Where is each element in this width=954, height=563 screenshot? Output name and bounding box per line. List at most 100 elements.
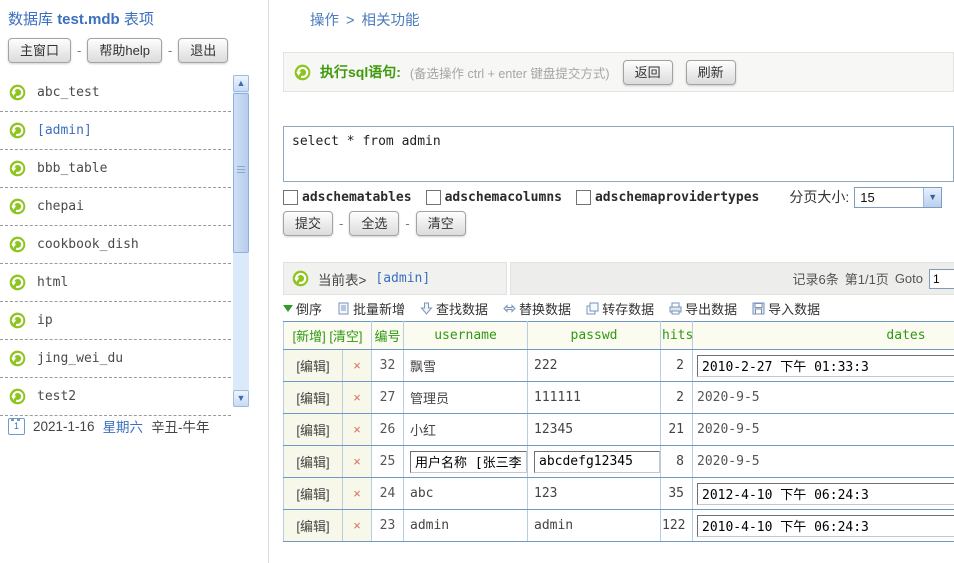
table-icon: [9, 312, 26, 329]
breadcrumb: 操作>相关功能: [310, 9, 419, 30]
sidebar-item-jing_wei_du[interactable]: jing_wei_du: [0, 340, 231, 378]
passwd-input[interactable]: [534, 451, 660, 473]
column-header-username: username: [404, 322, 528, 350]
column-header-dates: dates: [693, 322, 954, 350]
goto-page-input[interactable]: [929, 269, 954, 289]
sidebar-item-chepai[interactable]: chepai: [0, 188, 231, 226]
replace-icon: [503, 302, 516, 315]
current-table-name[interactable]: [admin]: [375, 271, 430, 286]
edit-link[interactable]: [编辑]: [284, 350, 343, 382]
sql-input[interactable]: select * from admin: [283, 126, 954, 182]
export-icon: [669, 302, 682, 315]
cell-dates: 2020-9-5: [693, 446, 954, 478]
sidebar: 数据库 test.mdb 表项 主窗口-帮助help-退出 abc_test […: [0, 0, 268, 563]
thumb-grip: [237, 166, 245, 167]
edit-link[interactable]: [编辑]: [284, 382, 343, 414]
replace-data-action[interactable]: 替换数据: [503, 299, 571, 318]
cell-dates: 2020-9-5: [693, 414, 954, 446]
import-icon: [752, 302, 765, 315]
breadcrumb-functions[interactable]: 相关功能: [361, 13, 419, 29]
cell-username: 小红: [404, 414, 528, 446]
adschemaprovidertypes-checkbox[interactable]: [576, 190, 591, 205]
refresh-button[interactable]: 刷新: [686, 60, 736, 85]
sidebar-item-ip[interactable]: ip: [0, 302, 231, 340]
date-input[interactable]: [697, 515, 954, 537]
export-data-action[interactable]: 导出数据: [669, 299, 737, 318]
delete-icon[interactable]: ×: [343, 478, 372, 510]
sidebar-item-admin[interactable]: [admin]: [0, 112, 231, 150]
cell-id: 26: [372, 414, 404, 446]
username-input[interactable]: [410, 451, 527, 473]
cell-username: abc: [404, 478, 528, 510]
cell-dates: [693, 350, 954, 382]
delete-icon[interactable]: ×: [343, 510, 372, 542]
table-name: [admin]: [37, 123, 92, 138]
sidebar-item-bbb_table[interactable]: bbb_table: [0, 150, 231, 188]
scroll-up-icon[interactable]: ▲: [233, 75, 249, 92]
column-header-id: 编号: [372, 322, 404, 350]
batch-add-action[interactable]: 批量新增: [337, 299, 405, 318]
table-row-editing: [编辑] × 25 8 2020-9-5: [284, 446, 954, 478]
column-header-passwd: passwd: [528, 322, 661, 350]
submit-button[interactable]: 提交: [283, 211, 333, 236]
scrollbar-thumb[interactable]: [233, 93, 249, 253]
delete-icon[interactable]: ×: [343, 382, 372, 414]
edit-link[interactable]: [编辑]: [284, 446, 343, 478]
clear-button[interactable]: 清空: [416, 211, 466, 236]
db-name: test.mdb: [57, 11, 120, 28]
edit-link[interactable]: [编辑]: [284, 414, 343, 446]
help-button[interactable]: 帮助help: [87, 38, 162, 63]
adschemaprovidertypes-label: adschemaprovidertypes: [595, 190, 759, 205]
import-data-action[interactable]: 导入数据: [752, 299, 820, 318]
current-table-label: 当前表>: [318, 269, 366, 289]
dump-data-action[interactable]: 转存数据: [586, 299, 654, 318]
table-header-row: [新增] [清空] 编号 username passwd hits dates: [284, 322, 954, 350]
cell-passwd: 123: [528, 478, 661, 510]
toolbar-label: 转存数据: [602, 299, 654, 318]
cell-passwd: admin: [528, 510, 661, 542]
adschemacolumns-checkbox[interactable]: [426, 190, 441, 205]
back-button[interactable]: 返回: [623, 60, 673, 85]
table-row: [编辑] × 27 管理员 111111 2 2020-9-5: [284, 382, 954, 414]
sort-desc-action[interactable]: 倒序: [283, 299, 322, 318]
page-size-value: 15: [855, 190, 923, 205]
date-input[interactable]: [697, 355, 954, 377]
goto-label: Goto: [895, 271, 923, 286]
current-table-bar: 当前表> [admin] 记录6条 第1/1页 Goto: [269, 262, 954, 295]
find-icon: [420, 302, 433, 315]
table-name: test2: [37, 389, 76, 404]
edit-link[interactable]: [编辑]: [284, 478, 343, 510]
cell-dates: [693, 478, 954, 510]
add-record-link[interactable]: [新增]: [292, 329, 325, 344]
table-row: [编辑] × 24 abc 123 35: [284, 478, 954, 510]
cell-passwd: 111111: [528, 382, 661, 414]
clear-records-link[interactable]: [清空]: [329, 329, 362, 344]
sql-hint: (备选操作 ctrl + enter 键盘提交方式): [410, 63, 610, 82]
toolbar-label: 批量新增: [353, 299, 405, 318]
date-line: 2021-1-16 星期六 辛丑-牛年: [8, 416, 210, 436]
dump-icon: [586, 302, 599, 315]
exit-button[interactable]: 退出: [178, 38, 228, 63]
scroll-down-icon[interactable]: ▼: [233, 390, 249, 407]
page-size-select[interactable]: 15 ▼: [854, 187, 942, 208]
select-all-button[interactable]: 全选: [349, 211, 399, 236]
table-icon: [9, 160, 26, 177]
delete-icon[interactable]: ×: [343, 350, 372, 382]
edit-link[interactable]: [编辑]: [284, 510, 343, 542]
delete-icon[interactable]: ×: [343, 414, 372, 446]
date-input[interactable]: [697, 483, 954, 505]
sidebar-item-cookbook_dish[interactable]: cookbook_dish: [0, 226, 231, 264]
sidebar-buttons: 主窗口-帮助help-退出: [8, 38, 228, 63]
sidebar-item-html[interactable]: html: [0, 264, 231, 302]
find-data-action[interactable]: 查找数据: [420, 299, 488, 318]
cell-id: 27: [372, 382, 404, 414]
breadcrumb-operate[interactable]: 操作: [310, 13, 339, 29]
weekday-value: 星期六: [103, 416, 144, 436]
cell-username: admin: [404, 510, 528, 542]
sidebar-item-test2[interactable]: test2: [0, 378, 231, 416]
delete-icon[interactable]: ×: [343, 446, 372, 478]
adschematables-checkbox[interactable]: [283, 190, 298, 205]
sidebar-item-abc_test[interactable]: abc_test: [0, 74, 231, 112]
main-window-button[interactable]: 主窗口: [8, 38, 71, 63]
sidebar-scrollbar[interactable]: ▲ ▼: [233, 75, 249, 407]
